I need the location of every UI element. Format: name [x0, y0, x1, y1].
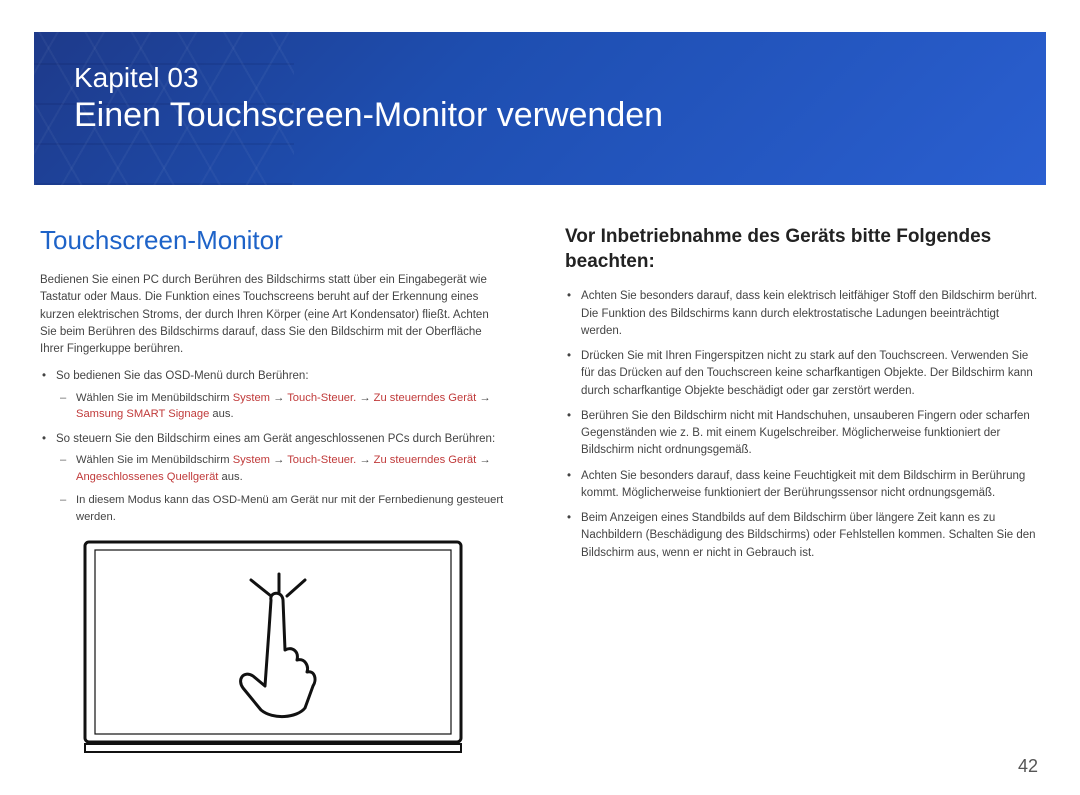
arrow-separator: → [356, 392, 373, 404]
left-intro-paragraph: Bedienen Sie einen PC durch Berühren des… [40, 272, 505, 358]
menu-path-segment: Touch-Steuer. [287, 392, 356, 404]
left-column: Touchscreen-Monitor Bedienen Sie einen P… [40, 225, 505, 755]
monitor-touch-illustration [83, 540, 463, 755]
menu-path-segment: Zu steuerndes Gerät [374, 454, 477, 466]
arrow-separator: → [270, 454, 287, 466]
menu-path-segment: Samsung SMART Signage [76, 408, 209, 420]
chapter-title: Einen Touchscreen-Monitor verwenden [74, 95, 1006, 136]
menu-path-segment: Zu steuerndes Gerät [374, 392, 477, 404]
arrow-separator: → [356, 454, 373, 466]
list-item: Drücken Sie mit Ihren Fingerspitzen nich… [579, 348, 1040, 400]
item-text: So bedienen Sie das OSD-Menü durch Berüh… [56, 370, 309, 382]
arrow-separator: → [476, 392, 490, 404]
content-columns: Touchscreen-Monitor Bedienen Sie einen P… [34, 225, 1046, 755]
chapter-label: Kapitel 03 [74, 60, 1006, 95]
menu-path-line: Wählen Sie im Menübildschirm System → To… [74, 452, 505, 486]
text-segment: aus. [218, 471, 242, 483]
list-item: So steuern Sie den Bildschirm eines am G… [54, 431, 505, 525]
text-segment: Wählen Sie im Menübildschirm [76, 392, 233, 404]
list-item: Achten Sie besonders darauf, dass kein e… [579, 288, 1040, 340]
menu-path-segment: Touch-Steuer. [287, 454, 356, 466]
page-number: 42 [1018, 756, 1038, 777]
menu-path-segment: Angeschlossenes Quellgerät [76, 471, 218, 483]
arrow-separator: → [270, 392, 287, 404]
arrow-separator: → [476, 454, 490, 466]
menu-path-segment: System [233, 392, 270, 404]
list-item: Beim Anzeigen eines Standbilds auf dem B… [579, 510, 1040, 562]
list-item: So bedienen Sie das OSD-Menü durch Berüh… [54, 368, 505, 423]
menu-path-line: Wählen Sie im Menübildschirm System → To… [74, 390, 505, 424]
item-text: So steuern Sie den Bildschirm eines am G… [56, 433, 495, 445]
menu-path-segment: System [233, 454, 270, 466]
text-segment: Wählen Sie im Menübildschirm [76, 454, 233, 466]
list-item: Berühren Sie den Bildschirm nicht mit Ha… [579, 408, 1040, 460]
right-heading: Vor Inbetriebnahme des Geräts bitte Folg… [565, 225, 1040, 274]
text-segment: aus. [209, 408, 233, 420]
note-line: In diesem Modus kann das OSD-Menü am Ger… [74, 492, 505, 526]
left-heading: Touchscreen-Monitor [40, 225, 505, 256]
left-instruction-list: So bedienen Sie das OSD-Menü durch Berüh… [40, 368, 505, 525]
list-item: Achten Sie besonders darauf, dass keine … [579, 468, 1040, 503]
chapter-banner: Kapitel 03 Einen Touchscreen-Monitor ver… [34, 32, 1046, 185]
right-column: Vor Inbetriebnahme des Geräts bitte Folg… [565, 225, 1040, 755]
precautions-list: Achten Sie besonders darauf, dass kein e… [565, 288, 1040, 562]
